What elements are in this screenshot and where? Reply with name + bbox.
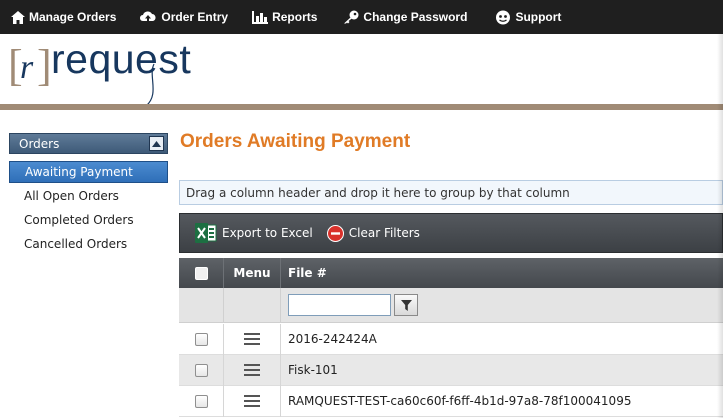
filter-button[interactable] [394, 294, 418, 316]
nav-change-password-label: Change Password [363, 10, 468, 24]
sidebar-item-label: Completed Orders [24, 213, 134, 227]
svg-text:]: ] [37, 41, 52, 90]
key-icon [344, 10, 359, 24]
clear-filters-button[interactable]: Clear Filters [326, 224, 420, 242]
table-row[interactable]: RAMQUEST-TEST-ca60c60f-f6ff-4b1d-97a8-78… [179, 385, 723, 417]
file-number: Fisk-101 [288, 363, 338, 377]
hamburger-menu-icon[interactable] [244, 364, 260, 376]
hamburger-menu-icon[interactable] [244, 333, 260, 345]
grid-toolbar: Export to Excel Clear Filters [179, 213, 723, 253]
row-menu-cell [224, 354, 281, 386]
top-nav: Manage Orders Order Entry Reports Change… [0, 0, 723, 34]
nav-support-label: Support [515, 10, 562, 24]
nav-order-entry-label: Order Entry [161, 10, 229, 24]
row-check-cell [179, 354, 224, 386]
excel-icon [195, 223, 217, 243]
row-menu-cell [224, 385, 281, 417]
nav-reports[interactable]: Reports [252, 0, 317, 34]
row-checkbox[interactable] [194, 394, 208, 408]
row-menu-cell [224, 323, 281, 355]
sidebar-item-all-open-orders[interactable]: All Open Orders [9, 185, 168, 207]
sidebar-item-label: Awaiting Payment [25, 165, 133, 179]
sidebar-item-completed-orders[interactable]: Completed Orders [9, 209, 168, 231]
sidebar-header-label: Orders [19, 136, 60, 151]
file-number: 2016-242424A [288, 332, 377, 346]
sidebar-item-label: Cancelled Orders [24, 237, 128, 251]
minus-circle-icon [326, 224, 344, 242]
filter-cell-empty [179, 287, 224, 323]
filter-icon [400, 299, 412, 311]
logo-divider [0, 104, 723, 110]
table-row[interactable]: 2016-242424A [179, 323, 723, 355]
column-header-menu[interactable]: Menu [224, 258, 281, 288]
svg-text:r: r [20, 49, 34, 86]
nav-manage-orders[interactable]: Manage Orders [11, 0, 116, 34]
hamburger-menu-icon[interactable] [244, 395, 260, 407]
nav-order-entry[interactable]: Order Entry [139, 0, 228, 34]
row-checkbox[interactable] [194, 332, 208, 346]
grid-header: Menu File # [179, 258, 723, 288]
select-all-checkbox[interactable] [194, 266, 208, 280]
export-excel-button[interactable]: Export to Excel [195, 223, 313, 243]
row-check-cell [179, 323, 224, 355]
home-icon [11, 10, 25, 24]
sidebar-header: Orders [9, 133, 168, 154]
filter-row [179, 287, 723, 323]
file-filter-input[interactable] [288, 294, 391, 316]
chevron-up-icon [152, 140, 161, 147]
nav-manage-orders-label: Manage Orders [29, 10, 117, 24]
window-edge-shadow [717, 34, 723, 418]
export-excel-label: Export to Excel [222, 226, 313, 240]
column-header-file[interactable]: File # [281, 258, 327, 288]
page-title: Orders Awaiting Payment [180, 131, 411, 152]
filter-cell-empty [224, 287, 281, 323]
support-icon [496, 10, 511, 24]
clear-filters-label: Clear Filters [348, 226, 420, 240]
sidebar-item-awaiting-payment[interactable]: Awaiting Payment [9, 161, 168, 183]
logo-wordmark: request [51, 36, 192, 82]
collapse-button[interactable] [149, 136, 164, 151]
file-number: RAMQUEST-TEST-ca60c60f-f6ff-4b1d-97a8-78… [288, 394, 632, 408]
sidebar-item-cancelled-orders[interactable]: Cancelled Orders [9, 233, 168, 255]
cloud-upload-icon [140, 11, 156, 23]
group-hint: Drag a column header and drop it here to… [186, 185, 570, 200]
row-checkbox[interactable] [194, 363, 208, 377]
sidebar-item-label: All Open Orders [24, 189, 119, 203]
bar-chart-icon [252, 10, 269, 24]
row-check-cell [179, 385, 224, 417]
nav-change-password[interactable]: Change Password [343, 0, 467, 34]
nav-support[interactable]: Support [495, 0, 561, 34]
nav-reports-label: Reports [272, 10, 318, 24]
select-all-cell [179, 258, 224, 288]
table-row[interactable]: Fisk-101 [179, 354, 723, 386]
group-drop-area[interactable]: Drag a column header and drop it here to… [179, 180, 723, 205]
